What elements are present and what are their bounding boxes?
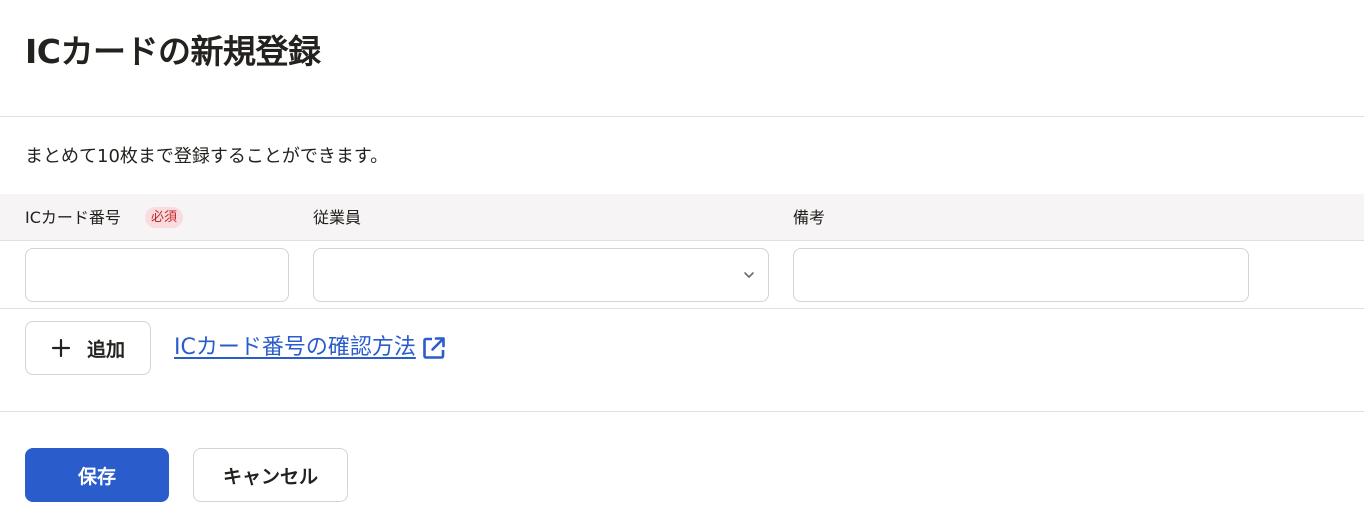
ic-number-help-link[interactable]: ICカード番号の確認方法 [174, 333, 448, 363]
ic-card-registration-page: ICカードの新規登録 まとめて10枚まで登録することができます。 ICカード番号… [0, 0, 1364, 520]
save-button[interactable]: 保存 [25, 448, 169, 502]
page-title: ICカードの新規登録 [25, 32, 321, 71]
footer-divider [0, 411, 1364, 412]
required-badge: 必須 [145, 207, 184, 228]
plus-icon [51, 338, 71, 358]
title-divider [0, 116, 1364, 117]
add-row-button[interactable]: 追加 [25, 321, 151, 375]
help-link-label: ICカード番号の確認方法 [174, 335, 416, 360]
row-divider [0, 308, 1364, 309]
page-description: まとめて10枚まで登録することができます。 [25, 146, 389, 167]
chevron-down-icon [744, 272, 754, 278]
table-header: ICカード番号 必須 従業員 備考 [0, 194, 1364, 241]
cancel-button[interactable]: キャンセル [193, 448, 348, 502]
external-link-icon [423, 337, 445, 359]
column-header-employee: 従業員 [313, 208, 362, 227]
column-header-notes: 備考 [793, 208, 826, 227]
employee-select[interactable] [313, 248, 769, 302]
add-button-label: 追加 [86, 338, 125, 361]
column-header-ic-number: ICカード番号 [25, 208, 121, 227]
ic-number-input[interactable] [25, 248, 289, 302]
notes-input[interactable] [793, 248, 1249, 302]
